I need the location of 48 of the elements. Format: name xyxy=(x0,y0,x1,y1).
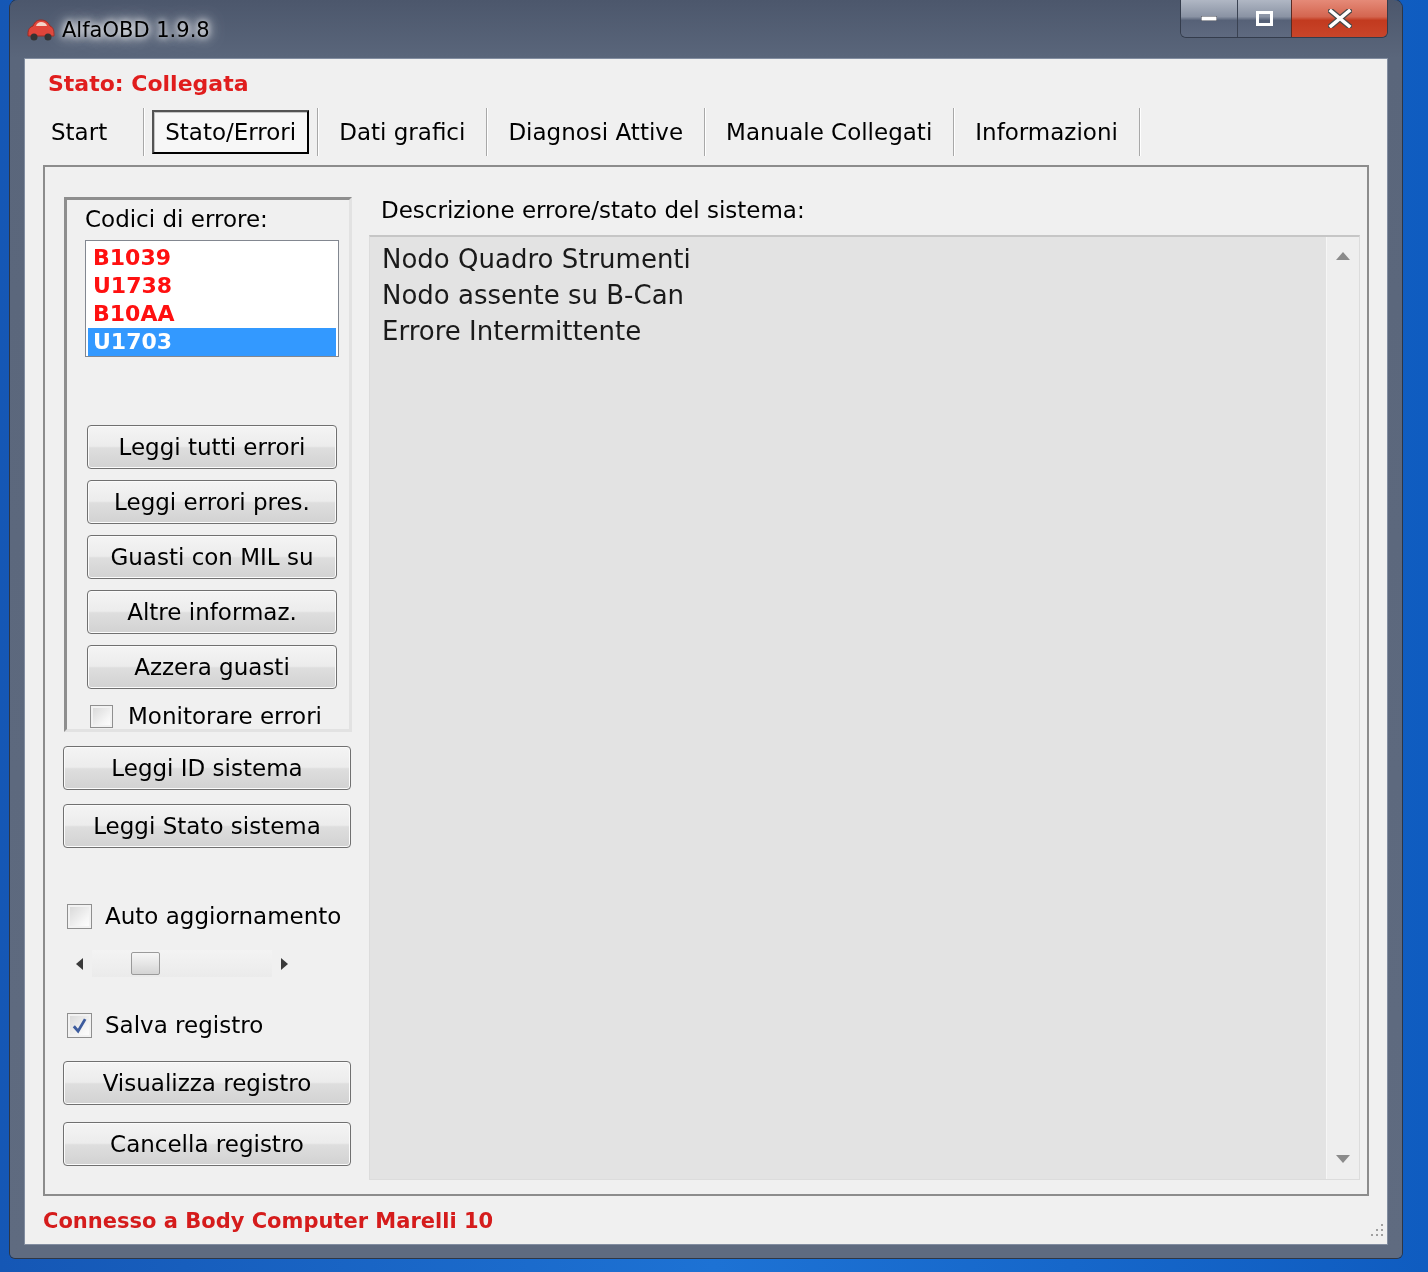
checkbox-label: Auto aggiornamento xyxy=(105,902,342,930)
error-code-item[interactable]: B10AA xyxy=(88,300,336,328)
tab[interactable]: Stato/Errori xyxy=(152,110,310,154)
checkbox[interactable] xyxy=(67,1012,92,1038)
tab[interactable]: Dati grafici xyxy=(326,110,479,154)
tab[interactable]: Manuale Collegati xyxy=(713,110,946,154)
tab[interactable]: Start xyxy=(38,110,121,154)
status-bar-text: Connesso a Body Computer Marelli 10 xyxy=(43,1208,494,1235)
minimize-icon xyxy=(1201,16,1217,21)
log-button[interactable]: Cancella registro xyxy=(63,1122,351,1166)
description-label: Descrizione errore/stato del sistema: xyxy=(381,197,805,223)
up-arrow-icon[interactable] xyxy=(1336,252,1350,260)
log-button[interactable]: Visualizza registro xyxy=(63,1061,351,1105)
error-code-item[interactable]: B1039 xyxy=(88,244,336,272)
left-arrow-icon[interactable] xyxy=(76,957,83,970)
right-arrow-icon[interactable] xyxy=(281,957,288,970)
checkbox-label: Monitorare errori xyxy=(128,702,322,730)
window-title: AlfaOBD 1.9.8 xyxy=(62,18,210,42)
checkbox[interactable] xyxy=(90,704,113,728)
description-line: Nodo Quadro Strumenti xyxy=(382,243,691,276)
description-line: Nodo assente su B-Can xyxy=(382,279,685,312)
minimize-button[interactable] xyxy=(1181,0,1237,37)
vertical-scrollbar[interactable] xyxy=(1326,237,1359,1179)
description-text-box[interactable]: Nodo Quadro Strumenti Nodo assente su B-Can Errore Intermittente xyxy=(369,235,1360,1180)
connection-status-label: Stato: Collegata xyxy=(48,70,249,98)
error-action-button[interactable]: Guasti con MIL su xyxy=(87,535,337,579)
system-button[interactable]: Leggi Stato sistema xyxy=(63,804,351,848)
error-code-item[interactable]: U1738 xyxy=(88,272,336,300)
tab[interactable]: Diagnosi Attive xyxy=(495,110,697,154)
maximize-button[interactable] xyxy=(1237,0,1291,37)
error-action-button[interactable]: Leggi errori pres. xyxy=(87,480,337,524)
checkbox[interactable] xyxy=(67,903,92,929)
slider-thumb[interactable] xyxy=(131,952,161,975)
error-code-list[interactable]: B1039 U1738 B10AA U1703 xyxy=(85,240,339,357)
checkmark-icon xyxy=(71,1016,88,1034)
close-icon xyxy=(1327,9,1352,28)
maximize-icon xyxy=(1256,11,1273,26)
close-button[interactable] xyxy=(1291,0,1387,37)
error-action-button[interactable]: Azzera guasti xyxy=(87,645,337,689)
error-action-button[interactable]: Altre informaz. xyxy=(87,590,337,634)
error-action-button[interactable]: Leggi tutti errori xyxy=(87,425,337,469)
group-label: Codici di errore: xyxy=(85,206,268,232)
checkbox-label: Salva registro xyxy=(105,1011,264,1039)
down-arrow-icon[interactable] xyxy=(1336,1155,1350,1163)
description-line: Errore Intermittente xyxy=(382,315,642,348)
tab[interactable]: Informazioni xyxy=(962,110,1131,154)
resize-grip-icon[interactable] xyxy=(1370,1223,1384,1237)
system-button[interactable]: Leggi ID sistema xyxy=(63,746,351,790)
